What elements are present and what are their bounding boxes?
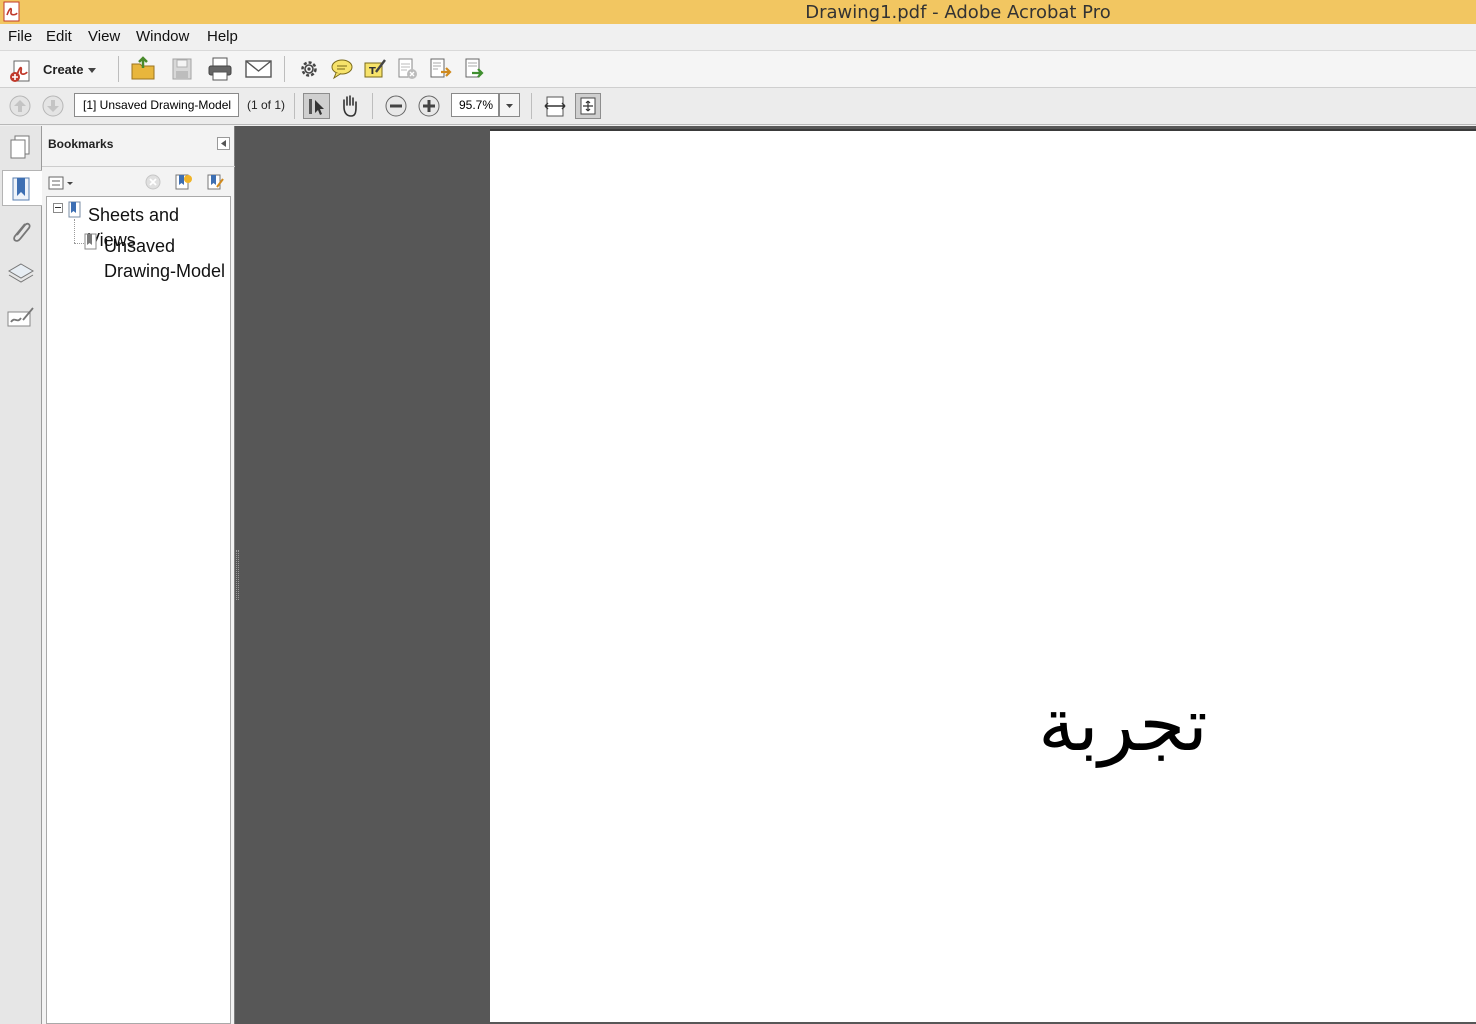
- collapse-panel-button[interactable]: [217, 137, 230, 150]
- signatures-icon[interactable]: [3, 300, 39, 336]
- zoom-out-icon[interactable]: [384, 94, 408, 118]
- svg-text:T: T: [369, 66, 376, 77]
- page-thumbnails-icon[interactable]: [3, 129, 39, 165]
- bookmark-options-button[interactable]: [48, 174, 74, 192]
- toolbar-separator: [531, 93, 532, 119]
- import-icon[interactable]: [462, 57, 486, 81]
- zoom-level-field[interactable]: 95.7%: [451, 93, 499, 117]
- attachments-paperclip-icon[interactable]: [3, 214, 39, 250]
- create-button[interactable]: Create: [6, 55, 100, 85]
- fit-page-button[interactable]: [575, 93, 601, 119]
- bookmark-label-line: Drawing-Model: [104, 261, 226, 281]
- title-bar: Drawing1.pdf - Adobe Acrobat Pro: [0, 0, 1476, 24]
- bookmark-icon: [84, 233, 97, 250]
- menu-edit[interactable]: Edit: [46, 28, 72, 45]
- settings-gear-icon[interactable]: [298, 58, 320, 80]
- hand-tool-icon[interactable]: [338, 93, 362, 119]
- panel-divider: [42, 166, 235, 167]
- navigation-rail: [0, 126, 42, 1024]
- bookmark-label-line: Unsaved: [104, 236, 176, 256]
- window-title: Drawing1.pdf - Adobe Acrobat Pro: [805, 2, 1111, 23]
- previous-page-icon[interactable]: [8, 94, 32, 118]
- toolbar-separator: [118, 56, 119, 82]
- bookmark-icon: [12, 177, 30, 201]
- email-icon[interactable]: [245, 59, 272, 79]
- zoom-dropdown-button[interactable]: [499, 93, 520, 117]
- fit-width-icon[interactable]: [543, 94, 567, 118]
- create-pdf-icon: [10, 60, 30, 82]
- select-cursor-icon: [309, 99, 324, 115]
- menu-file[interactable]: File: [8, 28, 32, 45]
- panel-resize-handle[interactable]: [236, 550, 239, 600]
- bookmarks-tree: Sheets and Views Unsaved Drawing-Model: [46, 196, 231, 1024]
- comment-icon[interactable]: [330, 58, 354, 80]
- menu-bar: File Edit View Window Help: [0, 24, 1476, 51]
- toolbar-separator: [284, 56, 285, 82]
- menu-view[interactable]: View: [88, 28, 120, 45]
- tree-line: [74, 219, 75, 243]
- bookmark-icon: [68, 201, 81, 218]
- main-toolbar: Create T: [0, 51, 1476, 88]
- menu-window[interactable]: Window: [136, 28, 189, 45]
- next-page-icon[interactable]: [41, 94, 65, 118]
- page-top-edge: [490, 129, 1476, 131]
- bookmarks-tab[interactable]: [2, 170, 42, 206]
- delete-bookmark-icon[interactable]: [145, 174, 161, 190]
- save-icon[interactable]: [171, 57, 193, 81]
- pdf-page: [490, 129, 1476, 1022]
- options-list-icon: [48, 176, 73, 190]
- arabic-word: تجربة: [1038, 682, 1207, 768]
- review-icon[interactable]: [397, 57, 419, 81]
- page-count: (1 of 1): [247, 98, 286, 112]
- bookmarks-panel: Bookmarks Sheets and Views Unsaved Drawi…: [42, 126, 235, 1024]
- fit-page-icon: [580, 97, 596, 115]
- toolbar-separator: [294, 93, 295, 119]
- open-folder-icon[interactable]: [130, 56, 157, 82]
- navigation-toolbar: [1] Unsaved Drawing-Model (1 of 1) 95.7%: [0, 88, 1476, 125]
- chevron-down-icon: [88, 68, 96, 73]
- bookmarks-panel-title: Bookmarks: [48, 137, 114, 151]
- chevron-down-icon: [506, 104, 513, 108]
- layers-icon[interactable]: [3, 256, 39, 292]
- bookmark-from-selection-icon[interactable]: [205, 173, 225, 191]
- menu-help[interactable]: Help: [207, 28, 238, 45]
- page-number-field[interactable]: [1] Unsaved Drawing-Model: [74, 93, 239, 117]
- toolbar-separator: [372, 93, 373, 119]
- zoom-in-icon[interactable]: [417, 94, 441, 118]
- highlight-icon[interactable]: T: [363, 57, 387, 81]
- create-label: Create: [43, 62, 84, 77]
- chevron-left-icon: [221, 140, 226, 147]
- print-icon[interactable]: [207, 57, 233, 81]
- bookmark-unsaved-drawing-model[interactable]: Unsaved Drawing-Model: [104, 234, 225, 284]
- export-icon[interactable]: [429, 57, 453, 81]
- document-text: تجربة: [1038, 682, 1207, 768]
- new-bookmark-icon[interactable]: [173, 173, 193, 191]
- collapse-toggle[interactable]: [53, 203, 63, 213]
- select-tool-button[interactable]: [303, 93, 330, 119]
